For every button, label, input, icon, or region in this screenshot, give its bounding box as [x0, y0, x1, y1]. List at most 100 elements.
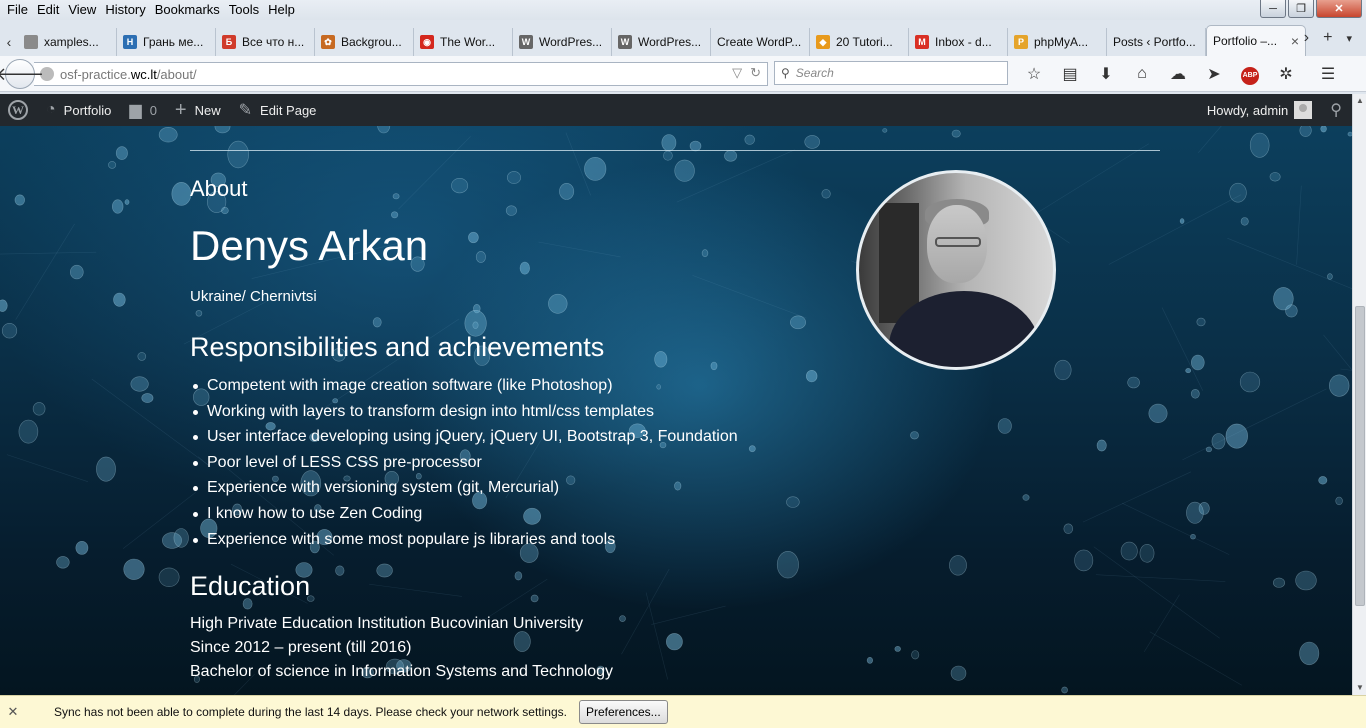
- tab-label: Inbox - d...: [935, 35, 992, 49]
- menu-bar: File Edit View History Bookmarks Tools H…: [0, 0, 1366, 20]
- target-icon: ◉: [420, 35, 434, 49]
- home-icon[interactable]: ⌂: [1124, 65, 1160, 83]
- tab-strip: ‹ xamples... H Грань ме... Б Все что н... ✿ Ba…: [0, 24, 1366, 56]
- tab-label: Грань ме...: [143, 35, 204, 49]
- admin-search-button[interactable]: ⚲: [1322, 94, 1352, 126]
- tab-label: xamples...: [44, 35, 99, 49]
- profile-photo: [856, 170, 1056, 370]
- pma-icon: P: [1014, 35, 1028, 49]
- responsibilities-list: Competent with image creation software (…: [190, 373, 830, 552]
- url-dropdown-icon[interactable]: ▽: [732, 65, 742, 81]
- comment-icon: ▆: [129, 102, 142, 119]
- menu-view[interactable]: View: [65, 0, 102, 20]
- bookmark-star-icon[interactable]: ☆: [1016, 64, 1052, 84]
- education-line: High Private Education Institution Bucov…: [190, 615, 584, 633]
- tab-6[interactable]: W WordPres...: [612, 28, 711, 56]
- vertical-scrollbar[interactable]: ▲ ▼: [1352, 94, 1366, 695]
- minimize-button[interactable]: ─: [1260, 0, 1286, 18]
- menu-hamburger-icon[interactable]: ☰: [1310, 64, 1346, 84]
- education-details: High Private Education Institution Bucov…: [190, 612, 830, 684]
- location-text: Ukraine/ Chernivtsi: [190, 288, 317, 305]
- url-tools: ▽ ↻: [732, 65, 761, 81]
- tab-9[interactable]: M Inbox - d...: [909, 28, 1008, 56]
- howdy-text: Howdy, admin: [1206, 102, 1289, 118]
- responsibilities-heading: Responsibilities and achievements: [190, 332, 605, 362]
- tab-scroll-left-icon[interactable]: ‹: [0, 28, 18, 56]
- list-item: Experience with some most populare js li…: [190, 527, 830, 553]
- plus-icon: +: [174, 98, 187, 121]
- adblock-icon[interactable]: ABP: [1232, 64, 1268, 85]
- tab-12[interactable]: Portfolio –... ×: [1206, 25, 1306, 56]
- new-label: New: [194, 102, 221, 118]
- tab-1[interactable]: H Грань ме...: [117, 28, 216, 56]
- new-tab-icon[interactable]: +: [1323, 29, 1332, 47]
- tab-5[interactable]: W WordPres...: [513, 28, 612, 56]
- avatar: [1294, 101, 1313, 119]
- menu-file[interactable]: File: [4, 0, 34, 20]
- close-icon[interactable]: ✕: [0, 704, 26, 720]
- reload-icon[interactable]: ↻: [750, 65, 761, 81]
- send-icon[interactable]: ➤: [1196, 64, 1232, 84]
- list-item: I know how to use Zen Coding: [190, 501, 830, 527]
- reading-list-icon[interactable]: ▤: [1052, 64, 1088, 84]
- tab-label: The Wor...: [440, 35, 496, 49]
- page-content: About Denys Arkan Ukraine/ Chernivtsi Re…: [0, 126, 1352, 695]
- preferences-button[interactable]: Preferences...: [578, 700, 668, 724]
- tab-7[interactable]: Create WordP...: [711, 28, 810, 56]
- my-account-link[interactable]: Howdy, admin: [1199, 94, 1322, 126]
- tab-3[interactable]: ✿ Backgrou...: [315, 28, 414, 56]
- tab-label: Posts ‹ Portfo...: [1113, 35, 1196, 49]
- menu-history[interactable]: History: [102, 0, 151, 20]
- restore-button[interactable]: ❐: [1288, 0, 1314, 18]
- url-bar[interactable]: osf-practice. wc.lt/about/ ▽ ↻: [34, 62, 768, 86]
- shield-site-icon: ◆: [816, 35, 830, 49]
- tab-list-icon[interactable]: ▾: [1346, 32, 1352, 45]
- menu-help[interactable]: Help: [265, 0, 301, 20]
- menu-tools[interactable]: Tools: [226, 0, 265, 20]
- tab-label: Backgrou...: [341, 35, 402, 49]
- comments-link[interactable]: ▆ 0: [121, 94, 167, 126]
- scroll-up-icon[interactable]: ▲: [1353, 94, 1366, 108]
- tab-2[interactable]: Б Все что н...: [216, 28, 315, 56]
- close-window-button[interactable]: ✕: [1316, 0, 1362, 18]
- tab-11[interactable]: Posts ‹ Portfo...: [1107, 28, 1206, 56]
- tab-label: Все что н...: [242, 35, 305, 49]
- site-name-link[interactable]: ◔ Portfolio: [38, 94, 121, 126]
- new-content-link[interactable]: + New: [167, 94, 231, 126]
- list-item: Competent with image creation software (…: [190, 373, 830, 399]
- close-tab-icon[interactable]: ×: [1291, 33, 1299, 49]
- dashboard-icon: ◔: [46, 101, 56, 118]
- edit-page-link[interactable]: ✎ Edit Page: [231, 94, 327, 126]
- tab-8[interactable]: ◆ 20 Tutori...: [810, 28, 909, 56]
- tab-label: WordPres...: [638, 35, 702, 49]
- menu-edit[interactable]: Edit: [34, 0, 65, 20]
- search-input[interactable]: ⚲ Search: [774, 61, 1008, 85]
- wordpress-icon: W: [519, 35, 533, 49]
- menu-bookmarks[interactable]: Bookmarks: [152, 0, 226, 20]
- section-label: About: [190, 176, 248, 201]
- scrollbar-thumb[interactable]: [1355, 306, 1365, 606]
- tab-scroll-right-icon[interactable]: ›: [1304, 29, 1309, 47]
- tab-10[interactable]: PphpMyA...: [1008, 28, 1107, 56]
- extension-bug-icon[interactable]: ✲: [1268, 64, 1304, 84]
- admin-bar-right: Howdy, admin ⚲: [1199, 94, 1352, 126]
- page-icon: [24, 35, 38, 49]
- page-title: Denys Arkan: [190, 222, 429, 269]
- tab-4[interactable]: ◉ The Wor...: [414, 28, 513, 56]
- downloads-icon[interactable]: ⬇: [1088, 64, 1124, 84]
- pencil-icon: ✎: [238, 102, 253, 119]
- back-button[interactable]: 🡐: [0, 59, 44, 89]
- upload-cloud-icon[interactable]: ☁: [1160, 64, 1196, 84]
- tab-label: phpMyA...: [1034, 35, 1089, 49]
- scroll-down-icon[interactable]: ▼: [1353, 681, 1366, 695]
- tab-label: WordPres...: [539, 35, 603, 49]
- window-controls: ─ ❐ ✕: [1260, 0, 1362, 18]
- tab-0[interactable]: xamples...: [18, 28, 117, 56]
- tab-tools: › + ▾: [1304, 24, 1366, 52]
- list-item: Poor level of LESS CSS pre-processor: [190, 450, 830, 476]
- list-item: Working with layers to transform design …: [190, 399, 830, 425]
- edit-page-label: Edit Page: [260, 102, 317, 118]
- header-divider: [190, 150, 1160, 151]
- search-icon: ⚲: [1330, 102, 1342, 119]
- wp-logo-menu[interactable]: W: [0, 94, 38, 126]
